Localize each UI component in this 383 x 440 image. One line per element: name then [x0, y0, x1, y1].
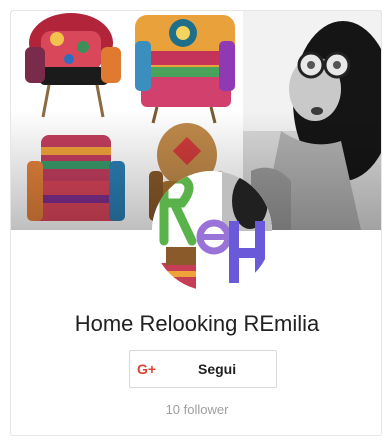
- profile-card: Home Relooking REmilia G+ Segui 10 follo…: [10, 10, 382, 436]
- follow-button[interactable]: G+ Segui: [129, 350, 277, 388]
- profile-avatar[interactable]: [152, 171, 272, 291]
- profile-name: Home Relooking REmilia: [74, 311, 320, 336]
- follow-label: Segui: [198, 361, 237, 377]
- google-plus-icon: G+: [137, 361, 157, 377]
- follower-count: 10 follower: [165, 402, 229, 417]
- chair-image-2: [135, 15, 235, 124]
- avatar-logo: [152, 171, 272, 291]
